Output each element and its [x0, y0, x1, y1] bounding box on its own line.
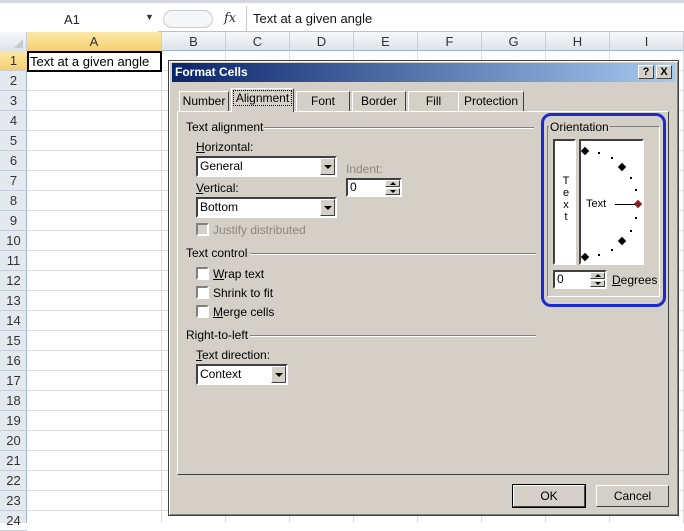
column-header-i[interactable]: I — [610, 32, 684, 51]
row-header-5[interactable]: 5 — [0, 131, 27, 151]
row-header-14[interactable]: 14 — [0, 311, 27, 331]
vertical-select[interactable]: Bottom — [196, 197, 337, 218]
row-header-16[interactable]: 16 — [0, 351, 27, 371]
merge-cells-checkbox[interactable] — [196, 305, 209, 318]
text-alignment-heading: Text alignment — [186, 120, 264, 134]
spin-up-icon[interactable] — [385, 180, 400, 187]
column-header-a[interactable]: A — [27, 32, 162, 51]
name-box-value: A1 — [64, 12, 80, 27]
group-divider — [250, 335, 536, 337]
dialog-title: Format Cells — [175, 65, 248, 79]
shrink-to-fit-checkbox[interactable] — [196, 286, 209, 299]
column-header-c[interactable]: C — [226, 32, 290, 51]
formula-bar: A1 ▼ fx Text at a given angle — [0, 0, 684, 32]
cell-a1[interactable]: Text at a given angle — [27, 51, 162, 72]
vertical-label: Vertical: — [196, 181, 239, 195]
tab-fill[interactable]: Fill — [408, 91, 459, 111]
row-header-4[interactable]: 4 — [0, 111, 27, 131]
row-header-2[interactable]: 2 — [0, 71, 27, 91]
separator — [246, 6, 247, 32]
formula-bar-divider — [163, 10, 213, 28]
row-header-12[interactable]: 12 — [0, 271, 27, 291]
horizontal-select[interactable]: General — [196, 156, 337, 177]
row-header-6[interactable]: 6 — [0, 151, 27, 171]
grid-line — [161, 51, 162, 523]
row-header-13[interactable]: 13 — [0, 291, 27, 311]
chevron-down-icon[interactable] — [320, 158, 335, 175]
spin-down-icon[interactable] — [385, 188, 400, 195]
row-header-9[interactable]: 9 — [0, 211, 27, 231]
row-header-19[interactable]: 19 — [0, 411, 27, 431]
row-header-15[interactable]: 15 — [0, 331, 27, 351]
group-divider — [264, 127, 534, 129]
column-header-g[interactable]: G — [482, 32, 546, 51]
row-header-8[interactable]: 8 — [0, 191, 27, 211]
row-header-3[interactable]: 3 — [0, 91, 27, 111]
column-headers: ABCDEFGHI — [27, 32, 684, 51]
chevron-down-icon[interactable]: ▼ — [145, 12, 154, 22]
select-all-button[interactable] — [0, 32, 27, 51]
horizontal-label: Horizontal: — [196, 140, 254, 154]
formula-input[interactable]: Text at a given angle — [253, 11, 372, 26]
row-header-7[interactable]: 7 — [0, 171, 27, 191]
insert-function-icon[interactable]: fx — [224, 11, 236, 26]
dialog-titlebar[interactable]: Format Cells ? X — [172, 63, 675, 82]
row-header-1[interactable]: 1 — [0, 51, 27, 71]
column-header-e[interactable]: E — [354, 32, 418, 51]
indent-label: Indent: — [346, 162, 383, 176]
tab-protection[interactable]: Protection — [458, 91, 524, 111]
row-header-18[interactable]: 18 — [0, 391, 27, 411]
row-header-20[interactable]: 20 — [0, 431, 27, 451]
row-header-10[interactable]: 10 — [0, 231, 27, 251]
name-box[interactable]: A1 ▼ — [0, 6, 158, 32]
justify-distributed-label: Justify distributed — [213, 223, 306, 237]
tab-font[interactable]: Font — [296, 91, 350, 111]
column-header-h[interactable]: H — [546, 32, 610, 51]
column-header-b[interactable]: B — [162, 32, 226, 51]
tab-alignment[interactable]: Alignment — [231, 88, 294, 112]
format-cells-dialog: Format Cells ? X Number Alignment Font B… — [168, 60, 679, 516]
chevron-down-icon[interactable] — [320, 199, 335, 216]
row-header-21[interactable]: 21 — [0, 451, 27, 471]
wrap-text-checkbox[interactable] — [196, 267, 209, 280]
group-divider — [250, 253, 536, 255]
wrap-text-label: Wrap text — [213, 267, 265, 281]
indent-spinner[interactable]: 0 — [346, 178, 402, 197]
tab-number[interactable]: Number — [179, 91, 229, 111]
row-header-23[interactable]: 23 — [0, 491, 27, 511]
right-to-left-heading: Right-to-left — [186, 328, 249, 342]
help-button[interactable]: ? — [638, 65, 654, 79]
text-direction-label: Text direction: — [196, 348, 271, 362]
row-header-22[interactable]: 22 — [0, 471, 27, 491]
row-header-24[interactable]: 24 — [0, 511, 27, 531]
justify-distributed-checkbox[interactable] — [196, 223, 209, 236]
column-header-d[interactable]: D — [290, 32, 354, 51]
text-control-heading: Text control — [186, 246, 248, 260]
chevron-down-icon[interactable] — [271, 366, 286, 383]
cancel-button[interactable]: Cancel — [596, 485, 669, 507]
merge-cells-label: Merge cells — [213, 305, 275, 319]
shrink-to-fit-label: Shrink to fit — [213, 286, 274, 300]
column-header-f[interactable]: F — [418, 32, 482, 51]
text-direction-select[interactable]: Context — [196, 364, 288, 385]
row-header-17[interactable]: 17 — [0, 371, 27, 391]
ok-button[interactable]: OK — [512, 484, 586, 508]
row-header-11[interactable]: 11 — [0, 251, 27, 271]
close-button[interactable]: X — [656, 65, 672, 79]
orientation-highlight — [541, 113, 666, 307]
tab-border[interactable]: Border — [352, 91, 406, 111]
row-headers: 1 2 3 4 5 6 7 8 9 10 11 12 13 14 15 16 17 18 19 20 21 22 23 24 — [0, 51, 27, 531]
